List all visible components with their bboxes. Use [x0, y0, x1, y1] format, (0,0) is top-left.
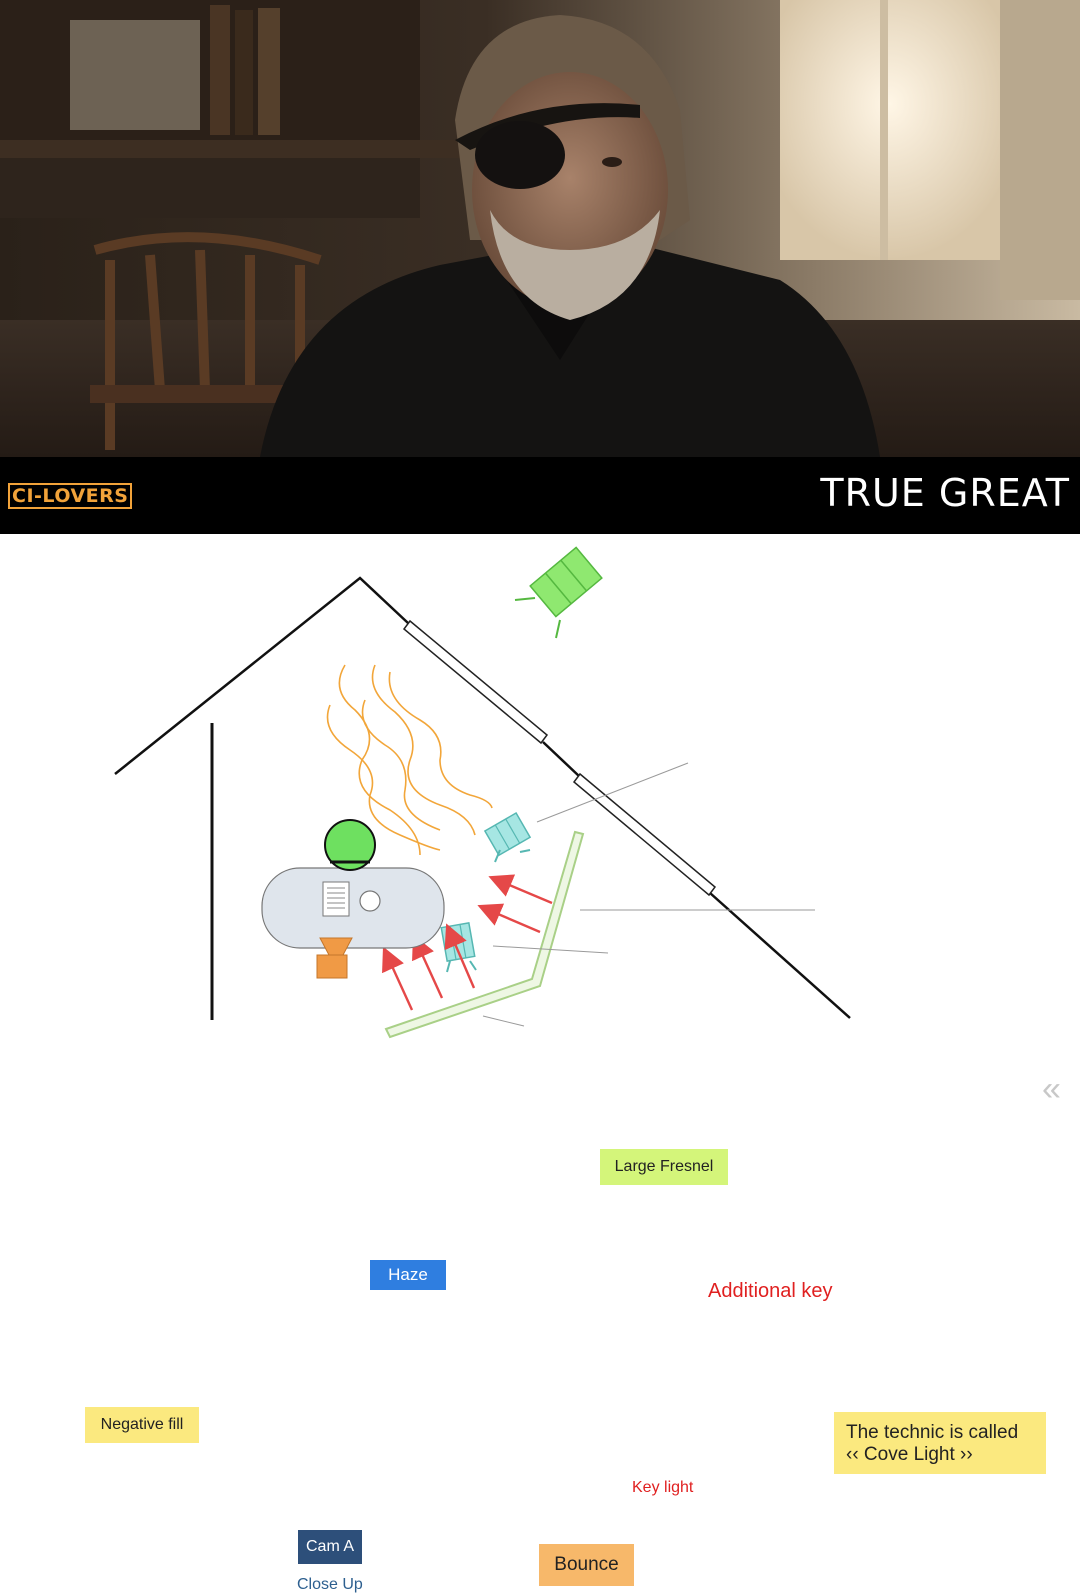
additional-key-label: Additional key	[708, 1280, 833, 1302]
large-fresnel-label: Large Fresnel	[600, 1149, 728, 1185]
film-still	[0, 0, 1080, 457]
haze-label: Haze	[370, 1260, 446, 1290]
room-wall	[709, 892, 851, 1019]
room-wall	[114, 576, 409, 775]
window	[402, 619, 549, 745]
bounce-label: Bounce	[539, 1544, 634, 1586]
negative-fill-label: Negative fill	[85, 1407, 199, 1443]
logo: CI-LOVERS	[8, 483, 133, 509]
cam-a-label: Cam A	[298, 1530, 362, 1564]
room-wall	[542, 741, 581, 778]
table	[261, 867, 445, 949]
page-title: TRUE GREAT	[820, 471, 1070, 515]
diagram-drawing	[114, 546, 851, 1039]
paper	[322, 881, 350, 917]
lighting-diagram: « Large Fresnel Haze Additional key Nega…	[0, 534, 1080, 1593]
close-up-label: Close Up	[297, 1576, 363, 1593]
key-light-label: Key light	[632, 1479, 694, 1496]
film-still-image	[0, 0, 1080, 457]
key-light-unit	[440, 921, 476, 963]
cup	[359, 890, 381, 912]
window	[572, 772, 717, 897]
double-chevron-left-icon[interactable]: «	[1042, 1072, 1061, 1106]
large-fresnel-light	[529, 546, 603, 618]
cove-light-note: The technic is called ‹‹ Cove Light ››	[834, 1412, 1046, 1474]
camera-a	[319, 937, 353, 956]
additional-key-light	[483, 811, 532, 857]
